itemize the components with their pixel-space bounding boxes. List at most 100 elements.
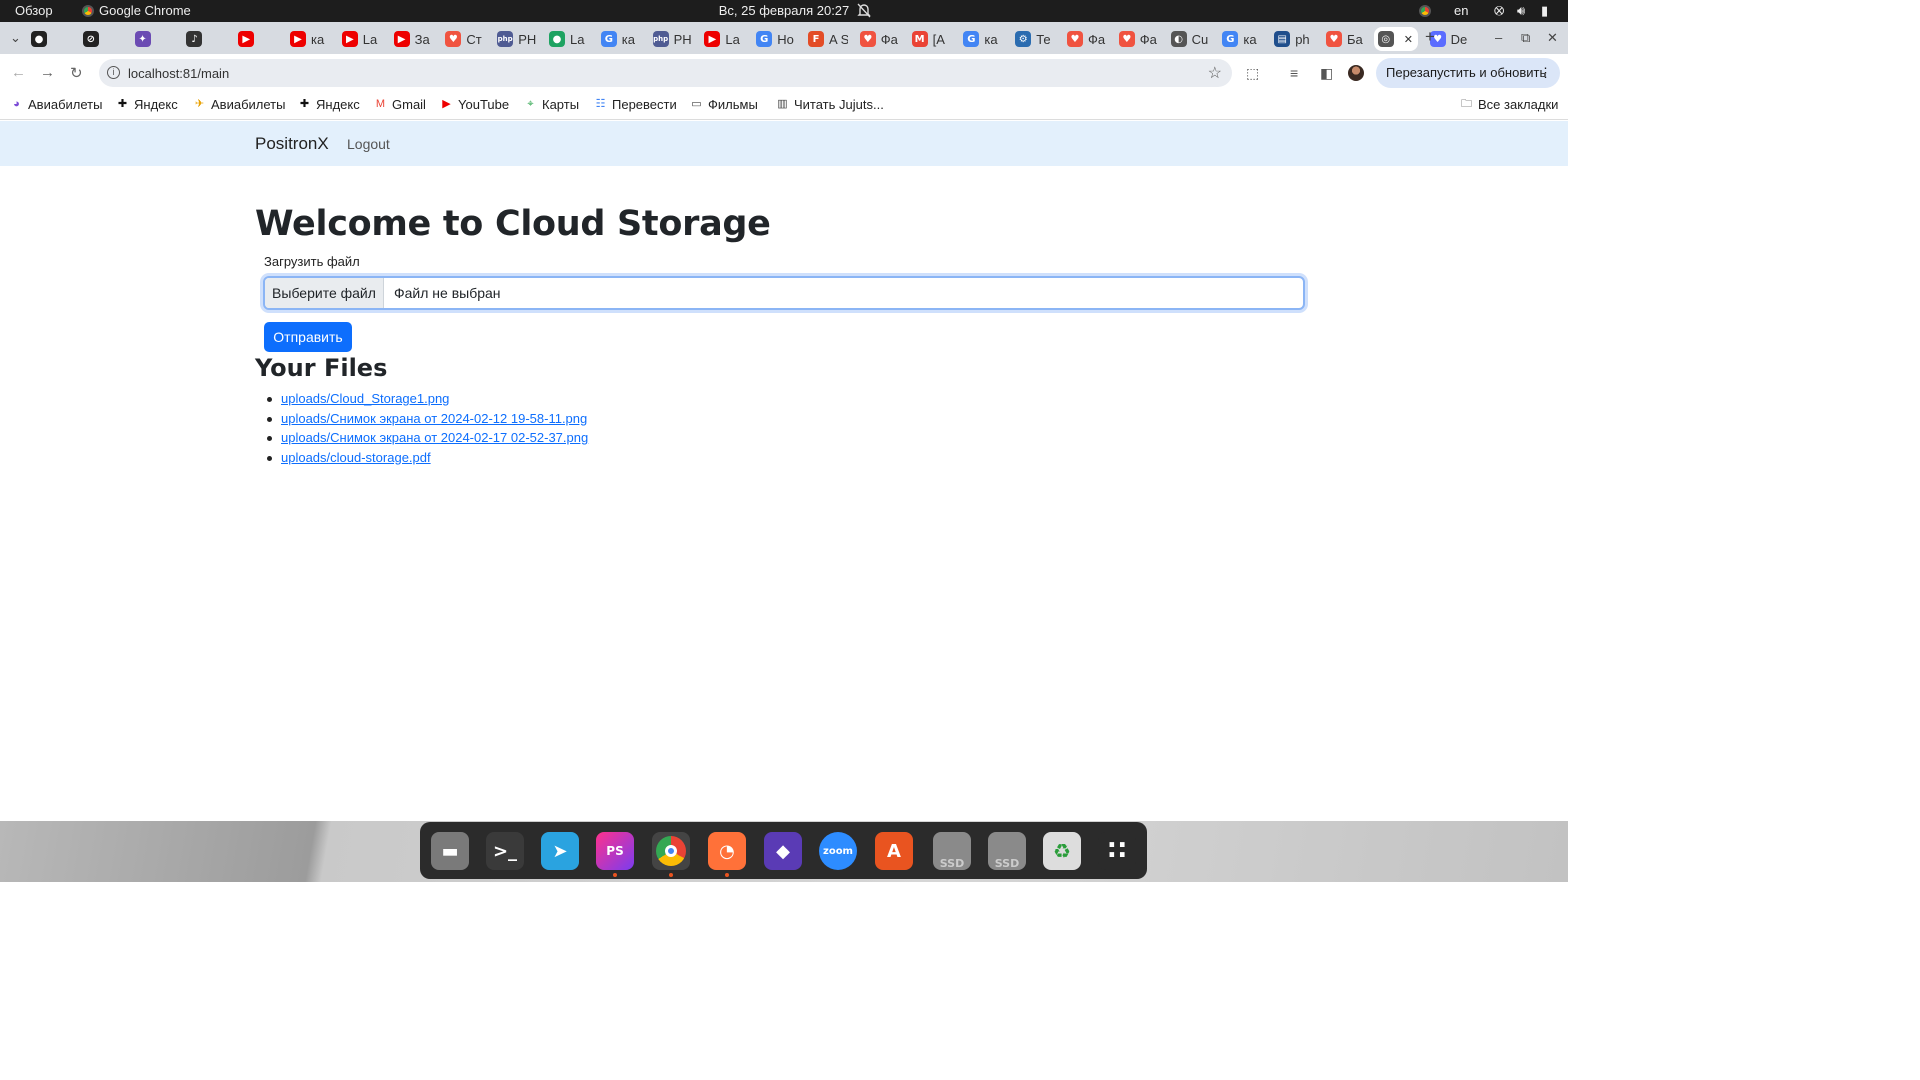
side-panel-icon[interactable]: ◧	[1320, 65, 1333, 82]
youtube-icon: ▶	[290, 31, 306, 47]
bookmark-item[interactable]: ✈ Авиабилеты	[193, 97, 286, 112]
browser-tab[interactable]: ▶ ка	[286, 27, 330, 51]
tab-strip: ⌄ ● ⊘ ✦ ♪ ▶ ▶ ка ▶ La ▶ За ♥ Ст php PH ● La Gка php PH ▶ La G Н…	[0, 22, 1568, 54]
restore-button[interactable]: ⧉	[1521, 30, 1530, 46]
ssd-icon[interactable]: SSD	[933, 832, 971, 870]
browser-tab[interactable]: ▶ La	[700, 27, 744, 51]
app-center-icon[interactable]: A	[875, 832, 913, 870]
choose-file-button[interactable]: Выберите файл	[265, 278, 384, 308]
all-bookmarks[interactable]: 🗀︎ Все закладки	[1460, 97, 1558, 112]
book-icon: ▥	[777, 98, 788, 110]
app-grid-icon[interactable]: ∷	[1098, 832, 1136, 870]
back-button[interactable]: ←	[11, 64, 26, 81]
close-tab-icon[interactable]: ✕	[1404, 33, 1413, 46]
bookmark-item[interactable]: ✚ Яндекс	[116, 97, 178, 112]
forward-button[interactable]: →	[40, 64, 55, 81]
browser-tab[interactable]: ▶ La	[338, 27, 382, 51]
telegram-icon[interactable]: ➤	[541, 832, 579, 870]
submit-button[interactable]: Отправить	[264, 322, 352, 352]
browser-tab[interactable]: ♥ Ба	[1322, 27, 1366, 51]
profile-avatar[interactable]	[1348, 65, 1364, 81]
relaunch-button[interactable]: Перезапустить и обновить ⋮	[1376, 58, 1560, 88]
file-link[interactable]: uploads/Cloud_Storage1.png	[281, 391, 449, 406]
app-menu[interactable]: Google Chrome	[82, 3, 191, 18]
file-link[interactable]: uploads/cloud-storage.pdf	[281, 450, 431, 465]
clock[interactable]: Вс, 25 февраля 20:27	[0, 3, 1568, 18]
battery-icon[interactable]: ▮	[1541, 3, 1548, 19]
laravel-icon: ♥	[445, 31, 462, 47]
browser-tab[interactable]: G Но	[752, 27, 796, 51]
browser-tab[interactable]: ▤ ph	[1270, 27, 1314, 51]
browser-tab[interactable]: ◐ Cu	[1167, 27, 1211, 51]
browser-tab[interactable]: ♪	[182, 27, 226, 51]
browser-tab[interactable]: ▶	[234, 27, 278, 51]
browser-tab[interactable]: ♥ Фа	[1115, 27, 1159, 51]
activities-button[interactable]: Обзор	[15, 3, 53, 18]
zoom-icon[interactable]: zoom	[819, 832, 857, 870]
trash-icon[interactable]: ♻	[1043, 832, 1081, 870]
extensions-icon[interactable]: ⬚	[1246, 65, 1259, 82]
browser-tab[interactable]: ◎ ✕	[1373, 27, 1418, 51]
running-indicator	[669, 873, 673, 877]
file-link[interactable]: uploads/Снимок экрана от 2024-02-17 02-5…	[281, 430, 588, 445]
bookmark-item[interactable]: ▥ Читать Jujuts...	[776, 97, 884, 112]
bookmark-item[interactable]: ▭ Фильмы	[690, 97, 758, 112]
file-link[interactable]: uploads/Снимок экрана от 2024-02-12 19-5…	[281, 411, 587, 426]
files-heading: Your Files	[255, 354, 388, 382]
browser-tab[interactable]: M [A	[908, 27, 952, 51]
bookmark-item[interactable]: ✚ Яндекс	[298, 97, 360, 112]
terminal-icon[interactable]: >_	[486, 832, 524, 870]
ssd-icon[interactable]: SSD	[988, 832, 1026, 870]
firefox-icon[interactable]: ◔	[708, 832, 746, 870]
chrome-menu-icon[interactable]: ⋮	[1539, 58, 1552, 88]
browser-tab[interactable]: ● La	[545, 27, 589, 51]
bookmark-item[interactable]: ▶ YouTube	[440, 97, 509, 112]
aviasales-icon: ◕	[13, 98, 20, 110]
media-controls-icon[interactable]: ≡	[1290, 65, 1298, 81]
browser-tab[interactable]: ▶ За	[390, 27, 434, 51]
browser-tab[interactable]: ♥ Ст	[441, 27, 485, 51]
keyboard-layout[interactable]: en	[1454, 3, 1468, 18]
yandex-icon: ✚	[299, 98, 310, 110]
browser-tab[interactable]: ✦	[131, 27, 175, 51]
volume-icon[interactable]: 🔊︎	[1517, 3, 1525, 19]
browser-tab[interactable]: ♥ Фа	[856, 27, 900, 51]
bookmark-item[interactable]: ⌖ Карты	[524, 97, 579, 112]
browser-tab[interactable]: Gка	[1218, 27, 1262, 51]
browser-tab[interactable]: php PH	[493, 27, 537, 51]
bookmark-item[interactable]: ☷ Перевести	[594, 97, 677, 112]
address-bar[interactable]: i localhost:81/main ☆	[99, 59, 1232, 87]
file-input[interactable]: Выберите файл Файл не выбран	[263, 276, 1305, 310]
tab-title: Фа	[1088, 31, 1106, 47]
browser-tab[interactable]: Gка	[597, 27, 641, 51]
browser-tab[interactable]: ●	[27, 27, 71, 51]
minimize-button[interactable]: –	[1495, 30, 1502, 45]
site-brand[interactable]: PositronX	[255, 134, 329, 154]
tab-search-chevron-icon[interactable]: ⌄	[10, 30, 21, 46]
files-icon[interactable]: ▬	[431, 832, 469, 870]
bookmark-label: Яндекс	[134, 97, 178, 112]
tab-title: De	[1450, 31, 1468, 47]
chrome-icon[interactable]	[652, 832, 690, 870]
chrome-tray-icon[interactable]	[1419, 5, 1431, 17]
site-info-icon[interactable]: i	[107, 66, 120, 79]
network-icon[interactable]: ⭙	[1494, 3, 1504, 19]
browser-tab[interactable]: FA S	[804, 27, 848, 51]
reload-button[interactable]: ↻	[70, 64, 83, 82]
tab-title: PH	[518, 31, 537, 47]
address-url[interactable]: localhost:81/main	[128, 66, 229, 81]
bookmark-item[interactable]: M Gmail	[374, 97, 426, 112]
browser-tab[interactable]: ♥ Фа	[1063, 27, 1107, 51]
browser-tab[interactable]: ⊘	[79, 27, 123, 51]
phpstorm-icon[interactable]: PS	[596, 832, 634, 870]
close-window-button[interactable]: ✕	[1547, 30, 1558, 46]
bookmark-star-icon[interactable]: ☆	[1208, 63, 1222, 83]
browser-tab[interactable]: Gка	[959, 27, 1003, 51]
new-tab-button[interactable]: +	[1425, 27, 1435, 47]
tab-title: Ст	[466, 31, 482, 47]
bookmark-item[interactable]: ◕ Авиабилеты	[10, 97, 102, 112]
logout-link[interactable]: Logout	[347, 136, 390, 152]
browser-tab[interactable]: ⚙ Те	[1011, 27, 1055, 51]
obsidian-icon[interactable]: ◆	[764, 832, 802, 870]
browser-tab[interactable]: php PH	[649, 27, 693, 51]
